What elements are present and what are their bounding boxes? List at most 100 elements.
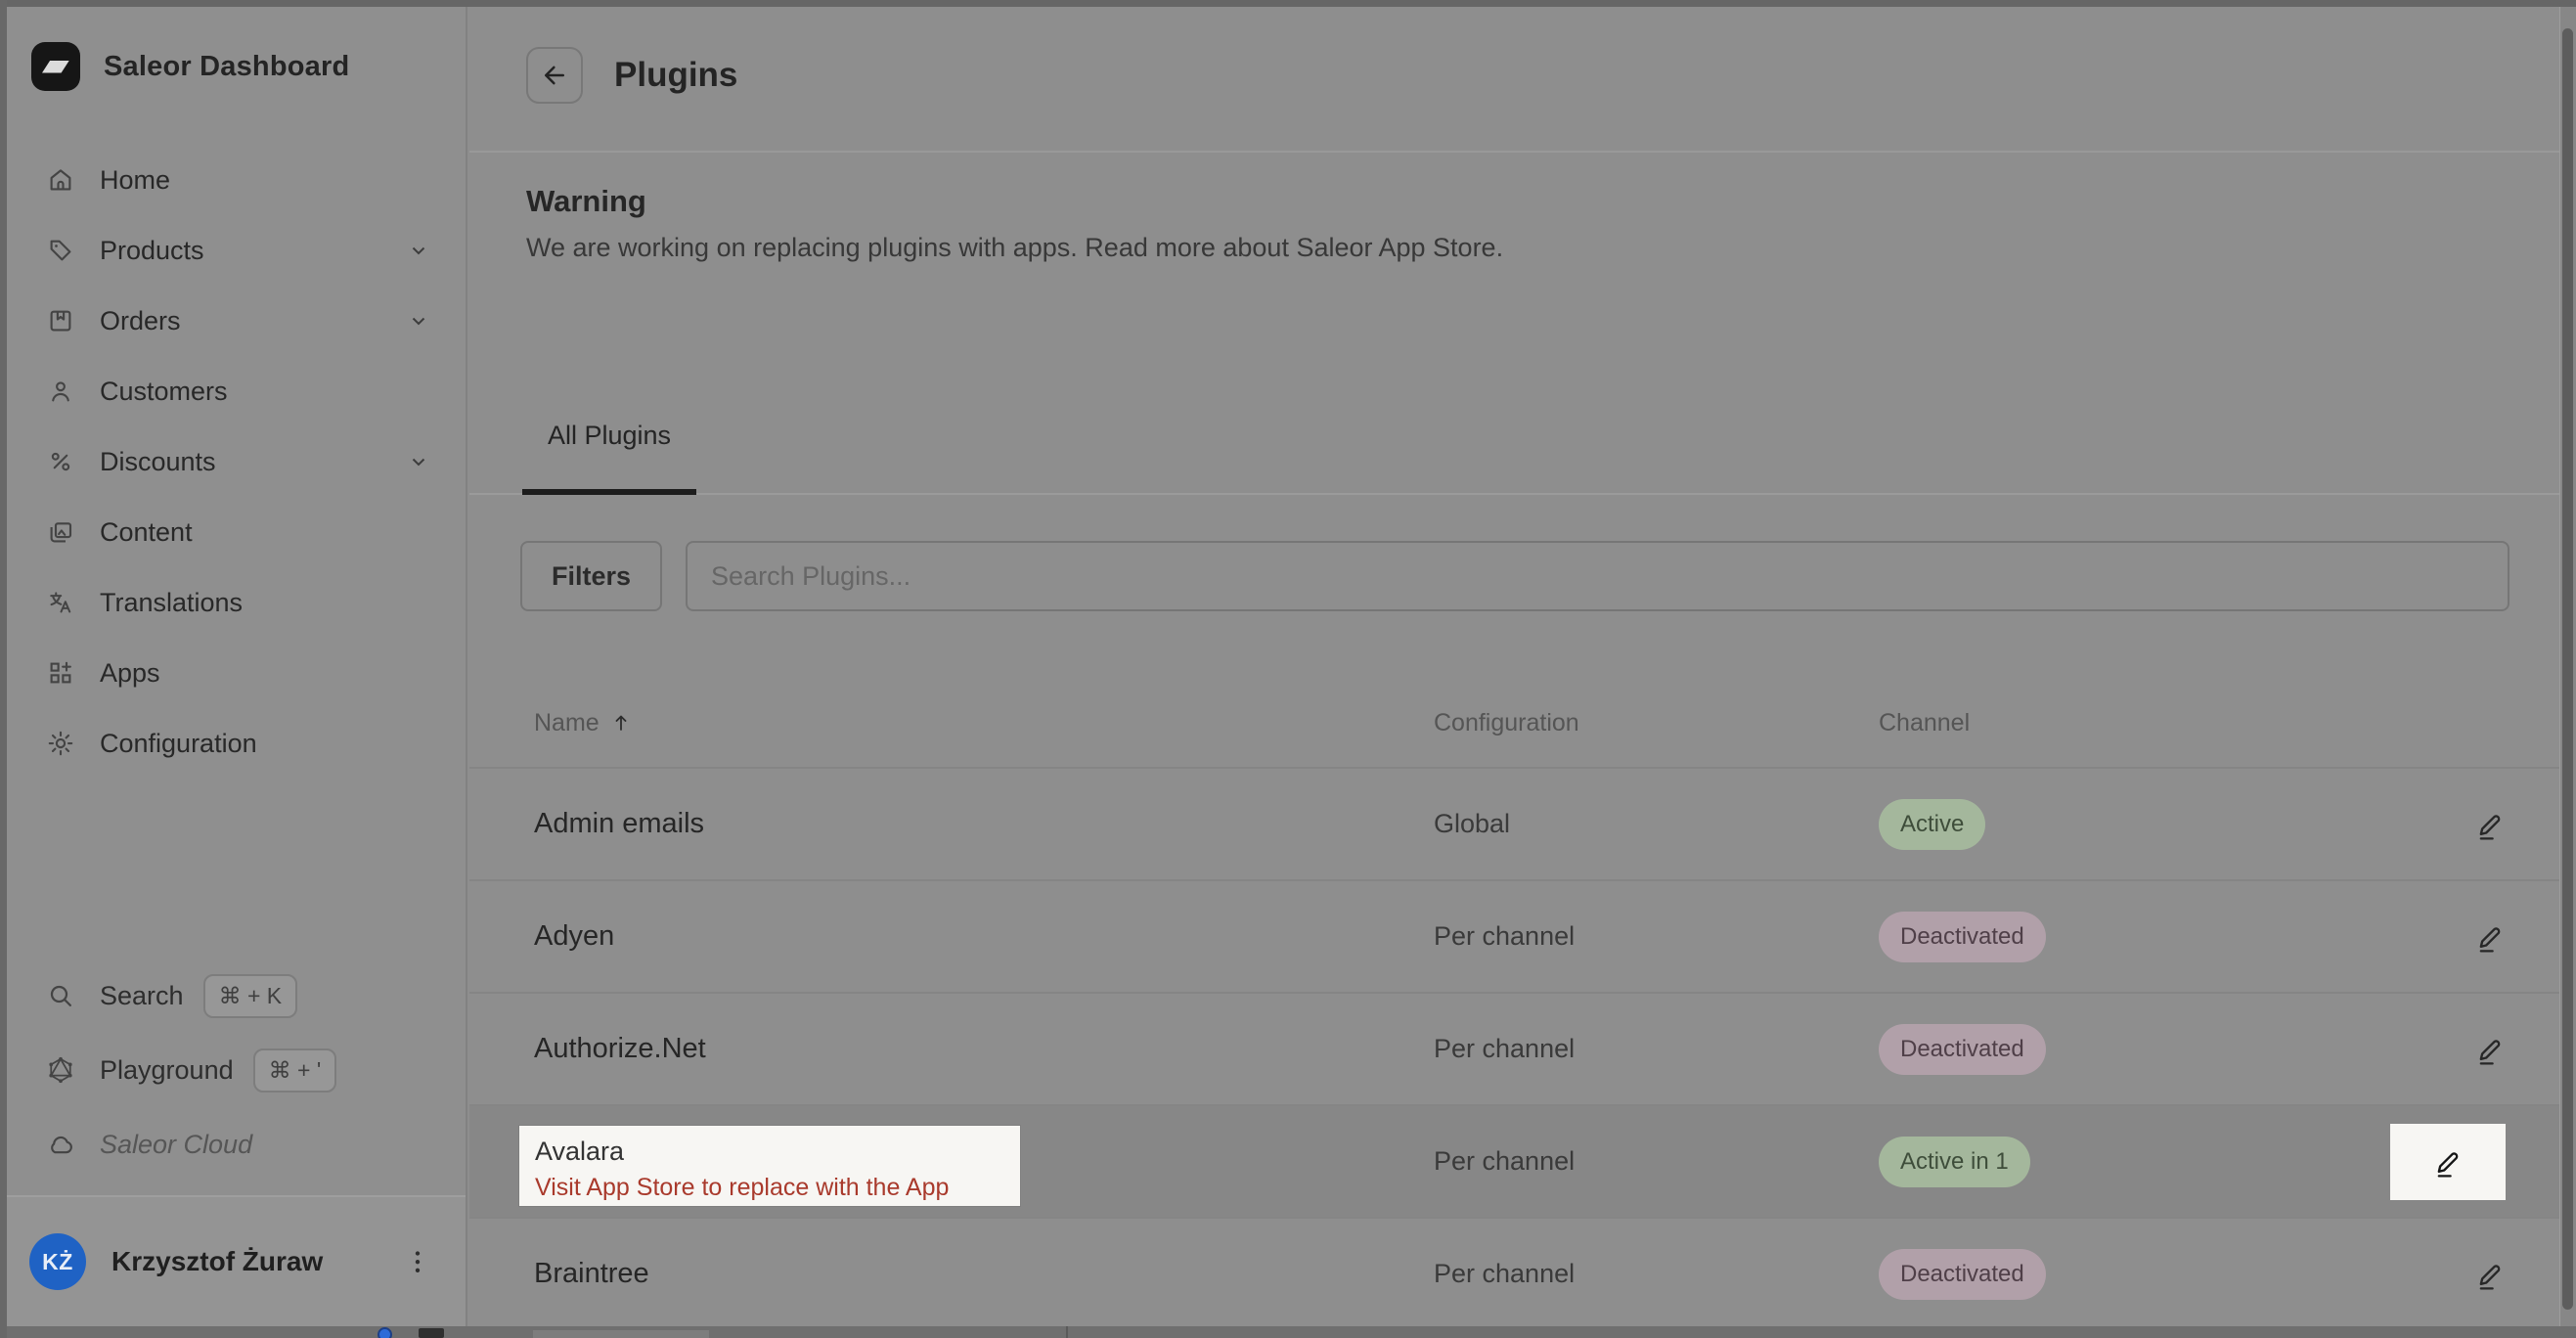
sidebar-item-translations[interactable]: Translations [31, 567, 446, 638]
status-badge: Active in 1 [1879, 1137, 2030, 1187]
window-sliver-divider [1066, 1326, 1068, 1338]
sidebar-item-label: Orders [100, 306, 181, 336]
sidebar-item-configuration[interactable]: Configuration [31, 708, 446, 779]
visit-app-store-link[interactable]: Visit App Store to replace with the App [535, 1174, 1004, 1202]
app-title: Saleor Dashboard [104, 51, 349, 83]
sidebar-item-label: Configuration [100, 729, 257, 759]
plugin-name: Braintree [534, 1258, 1434, 1290]
arrow-left-icon [540, 61, 569, 90]
sidebar-item-label: Customers [100, 377, 228, 407]
window-sliver-fragment [419, 1328, 444, 1338]
plugin-configuration: Global [1434, 809, 1879, 839]
edit-plugin-button[interactable] [2474, 808, 2506, 841]
sort-ascending-icon [609, 711, 633, 735]
sidebar-item-label: Translations [100, 588, 243, 618]
sidebar-item-discounts[interactable]: Discounts [31, 426, 446, 497]
chevron-down-icon [407, 450, 430, 473]
search-shortcut-kbd: ⌘ + K [203, 974, 298, 1018]
home-icon [45, 164, 76, 196]
graphql-icon [45, 1054, 76, 1086]
saleor-logo-icon[interactable] [31, 42, 80, 91]
table-row-admin-emails[interactable]: Admin emails Global Active [469, 769, 2560, 881]
sidebar-item-content[interactable]: Content [31, 497, 446, 567]
search-plugins-input[interactable] [686, 541, 2509, 611]
window-top-edge [0, 0, 2576, 7]
sidebar-item-saleor-cloud[interactable]: Saleor Cloud [31, 1107, 446, 1182]
sidebar-utilities: Search ⌘ + K Playground ⌘ + ' Saleor Clo… [31, 959, 446, 1182]
edit-plugin-button[interactable] [2474, 920, 2506, 954]
sidebar-item-orders[interactable]: Orders [31, 286, 446, 356]
table-row-adyen[interactable]: Adyen Per channel Deactivated [469, 881, 2560, 994]
table-row-authorize-net[interactable]: Authorize.Net Per channel Deactivated [469, 994, 2560, 1106]
sidebar-item-apps[interactable]: Apps [31, 638, 446, 708]
table-row-braintree[interactable]: Braintree Per channel Deactivated [469, 1219, 2560, 1331]
table-header-row: Name Configuration Channel [469, 679, 2560, 769]
window-sliver-fragment [533, 1330, 709, 1338]
filter-row: Filters [520, 541, 2509, 611]
sidebar-item-customers[interactable]: Customers [31, 356, 446, 426]
warning-message: We are working on replacing plugins with… [526, 233, 2482, 263]
plugin-configuration: Per channel [1434, 921, 1879, 952]
apps-grid-icon [45, 657, 76, 689]
package-icon [45, 305, 76, 336]
column-header-configuration[interactable]: Configuration [1434, 709, 1879, 737]
gear-icon [45, 728, 76, 759]
tab-bar: All Plugins [469, 411, 2560, 495]
filters-button[interactable]: Filters [520, 541, 662, 611]
edit-plugin-button[interactable] [2474, 1258, 2506, 1291]
pencil-icon [2474, 920, 2506, 954]
plugins-table: Name Configuration Channel Admin emails … [469, 679, 2560, 1331]
status-badge: Active [1879, 799, 1985, 850]
warning-title: Warning [526, 184, 2482, 219]
sidebar-item-label: Apps [100, 658, 160, 689]
sidebar-nav: Home Products Orders Customers Discounts… [31, 145, 446, 779]
pencil-icon [2474, 1033, 2506, 1066]
scrollbar-thumb[interactable] [2562, 28, 2573, 1310]
cloud-icon [45, 1129, 76, 1160]
playground-label: Playground [100, 1055, 234, 1086]
plugin-configuration: Per channel [1434, 1259, 1879, 1289]
sidebar: Saleor Dashboard Home Products Orders Cu… [0, 0, 467, 1326]
saleor-logo-glyph [42, 61, 69, 73]
back-button[interactable] [526, 47, 583, 104]
plugin-configuration: Per channel [1434, 1034, 1879, 1064]
playground-shortcut-kbd: ⌘ + ' [253, 1048, 337, 1093]
background-window-sliver [0, 1326, 2576, 1338]
percent-icon [45, 446, 76, 477]
edit-button-highlight [2390, 1124, 2506, 1200]
chevron-down-icon [407, 239, 430, 262]
sidebar-item-label: Products [100, 236, 204, 266]
translate-icon [45, 587, 76, 618]
plugin-name: Adyen [534, 920, 1434, 953]
sidebar-item-home[interactable]: Home [31, 145, 446, 215]
pencil-icon [2474, 1258, 2506, 1291]
page-title: Plugins [614, 56, 737, 95]
column-header-name[interactable]: Name [534, 709, 1434, 737]
user-name: Krzysztof Żuraw [111, 1246, 323, 1277]
sidebar-item-label: Content [100, 517, 193, 548]
app-logo-row: Saleor Dashboard [31, 41, 466, 92]
edit-plugin-button[interactable] [2432, 1145, 2464, 1179]
edit-plugin-button[interactable] [2474, 1033, 2506, 1066]
plugin-configuration: Per channel [1434, 1146, 1879, 1177]
table-row-avalara[interactable]: Avalara Visit App Store to replace with … [469, 1106, 2560, 1219]
tab-label: All Plugins [548, 421, 671, 451]
sidebar-item-search[interactable]: Search ⌘ + K [31, 959, 446, 1033]
search-label: Search [100, 981, 184, 1011]
user-menu-button[interactable] [405, 1247, 430, 1276]
avalara-highlight-card: Avalara Visit App Store to replace with … [519, 1126, 1020, 1206]
plugin-name: Authorize.Net [534, 1033, 1434, 1065]
plugin-name: Admin emails [534, 808, 1434, 840]
warning-banner: Warning We are working on replacing plug… [526, 184, 2482, 263]
search-icon [45, 980, 76, 1011]
sidebar-item-products[interactable]: Products [31, 215, 446, 286]
status-badge: Deactivated [1879, 912, 2046, 962]
tab-all-plugins[interactable]: All Plugins [522, 407, 696, 495]
plugin-name: Avalara [535, 1137, 1004, 1167]
column-header-channel[interactable]: Channel [1879, 709, 2329, 737]
sidebar-item-label: Discounts [100, 447, 216, 477]
chevron-down-icon [407, 309, 430, 333]
saleor-cloud-label: Saleor Cloud [100, 1130, 252, 1160]
sidebar-item-playground[interactable]: Playground ⌘ + ' [31, 1033, 446, 1107]
person-icon [45, 376, 76, 407]
